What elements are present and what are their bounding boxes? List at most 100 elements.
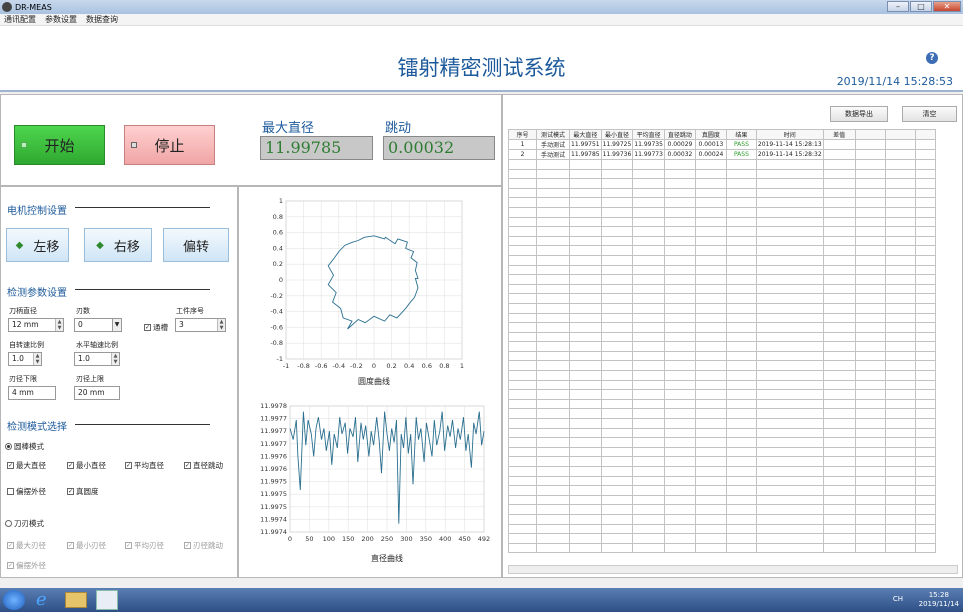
menu-query[interactable]: 数据查询	[86, 14, 118, 25]
chevron-down-icon[interactable]: ▼	[112, 319, 121, 331]
export-button[interactable]: 数据导出	[830, 106, 888, 122]
minimize-button[interactable]: –	[887, 1, 909, 12]
table-row[interactable]	[508, 456, 936, 467]
table-cell	[569, 159, 602, 170]
browser-icon[interactable]: e	[36, 591, 47, 609]
table-row[interactable]	[508, 235, 936, 247]
upper-limit-field[interactable]: 20 mm	[74, 386, 120, 400]
table-row[interactable]	[508, 398, 936, 410]
taskbar-clock[interactable]: 15:28 2019/11/14	[919, 591, 959, 609]
table-row[interactable]	[508, 418, 936, 429]
table-cell	[822, 197, 856, 208]
table-row[interactable]	[508, 350, 936, 362]
rod-check-swing[interactable]: 偏摆外径	[7, 486, 46, 497]
help-icon[interactable]: ?	[926, 52, 938, 64]
table-cell: 0.00032	[663, 149, 696, 160]
blade-mode-radio[interactable]: 刀刃模式	[5, 518, 44, 529]
table-row[interactable]	[508, 475, 936, 487]
table-cell	[884, 168, 916, 180]
table-row[interactable]: 1 手动测试 11.99751 11.99725 11.99735 0.00029 0.00…	[508, 139, 936, 150]
table-row[interactable]	[508, 197, 936, 208]
rod-check-runout[interactable]: ✓ 直径跳动	[184, 460, 223, 471]
table-row[interactable]	[508, 485, 936, 496]
table-row[interactable]	[508, 312, 936, 324]
horizontal-scrollbar[interactable]	[508, 565, 958, 574]
table-cell	[914, 389, 936, 400]
work-spinner[interactable]: ▲ ▼	[217, 319, 225, 331]
table-row[interactable]	[508, 427, 936, 439]
table-row[interactable]	[508, 360, 936, 372]
folder-icon[interactable]	[65, 592, 87, 608]
table-row[interactable]	[508, 187, 936, 199]
table-row[interactable]	[508, 379, 936, 391]
blades-select[interactable]: 0 ▼	[74, 318, 122, 332]
menu-params[interactable]: 参数设置	[45, 14, 77, 25]
table-row[interactable]	[508, 437, 936, 448]
table-row[interactable]	[508, 446, 936, 458]
rod-check-roundness[interactable]: ✓ 真圆度	[67, 486, 99, 497]
table-row[interactable]	[508, 274, 936, 285]
move-right-button[interactable]: ◆ 右移	[84, 228, 152, 262]
table-cell	[663, 168, 696, 180]
deflect-button[interactable]: 偏转	[163, 228, 229, 262]
table-row[interactable]	[508, 168, 936, 180]
app-taskbar-icon[interactable]	[96, 590, 118, 610]
start-button[interactable]: 开始	[14, 125, 105, 165]
table-row[interactable]	[508, 494, 936, 506]
table-row[interactable]	[508, 293, 936, 304]
self-ratio-field[interactable]: 1.0 ▲ ▼	[8, 352, 42, 366]
clear-button[interactable]: 清空	[902, 106, 957, 122]
table-cell	[632, 302, 665, 314]
table-row[interactable]	[508, 302, 936, 314]
table-row[interactable]	[508, 542, 936, 554]
table-row[interactable]	[508, 408, 936, 420]
h-ratio-spinner[interactable]: ▲ ▼	[111, 353, 119, 365]
table-cell	[854, 504, 886, 515]
rod-check-min[interactable]: ✓ 最小直径	[67, 460, 106, 471]
table-cell	[694, 216, 727, 228]
table-row[interactable]	[508, 322, 936, 333]
table-row[interactable]	[508, 216, 936, 228]
rod-check-avg[interactable]: ✓ 平均直径	[125, 460, 164, 471]
table-cell	[854, 485, 886, 496]
table-row[interactable]	[508, 254, 936, 266]
table-row[interactable]	[508, 159, 936, 170]
rod-mode-radio[interactable]: 圆棒模式	[5, 441, 44, 452]
move-left-button[interactable]: ◆ 左移	[6, 228, 69, 262]
table-cell	[822, 398, 856, 410]
rod-check-max[interactable]: ✓ 最大直径	[7, 460, 46, 471]
table-row[interactable]	[508, 283, 936, 295]
through-checkbox[interactable]: ✓ 通槽	[144, 322, 168, 333]
table-row[interactable]	[508, 264, 936, 276]
table-row[interactable]	[508, 533, 936, 544]
table-row[interactable]	[508, 245, 936, 256]
self-ratio-spinner[interactable]: ▲ ▼	[33, 353, 41, 365]
close-button[interactable]: ✕	[933, 1, 961, 12]
table-row[interactable]	[508, 523, 936, 535]
table-cell	[755, 341, 824, 352]
table-row[interactable]	[508, 466, 936, 477]
table-row[interactable]	[508, 226, 936, 237]
lower-limit-field[interactable]: 4 mm	[8, 386, 56, 400]
maximize-button[interactable]: □	[910, 1, 932, 12]
table-cell	[694, 187, 727, 199]
work-field[interactable]: 3 ▲ ▼	[175, 318, 226, 332]
h-ratio-field[interactable]: 1.0 ▲ ▼	[74, 352, 120, 366]
tray-lang[interactable]: CH	[893, 595, 903, 603]
table-row[interactable]	[508, 513, 936, 525]
x-tick-label: 0.8	[439, 362, 449, 370]
table-row[interactable]	[508, 504, 936, 515]
start-menu-icon[interactable]	[3, 590, 25, 610]
table-row[interactable]	[508, 178, 936, 189]
shank-spinner[interactable]: ▲ ▼	[55, 319, 63, 331]
table-row[interactable]	[508, 206, 936, 218]
shank-field[interactable]: 12 mm ▲ ▼	[8, 318, 64, 332]
table-row[interactable]	[508, 331, 936, 343]
table-row[interactable]	[508, 341, 936, 352]
table-row[interactable]: 2 手动测试 11.99785 11.99736 11.99773 0.00032 0.00…	[508, 149, 936, 160]
table-row[interactable]	[508, 370, 936, 381]
table-row[interactable]	[508, 389, 936, 400]
table-cell	[914, 178, 936, 189]
stop-button[interactable]: 停止	[124, 125, 215, 165]
menu-comm[interactable]: 通讯配置	[4, 14, 36, 25]
